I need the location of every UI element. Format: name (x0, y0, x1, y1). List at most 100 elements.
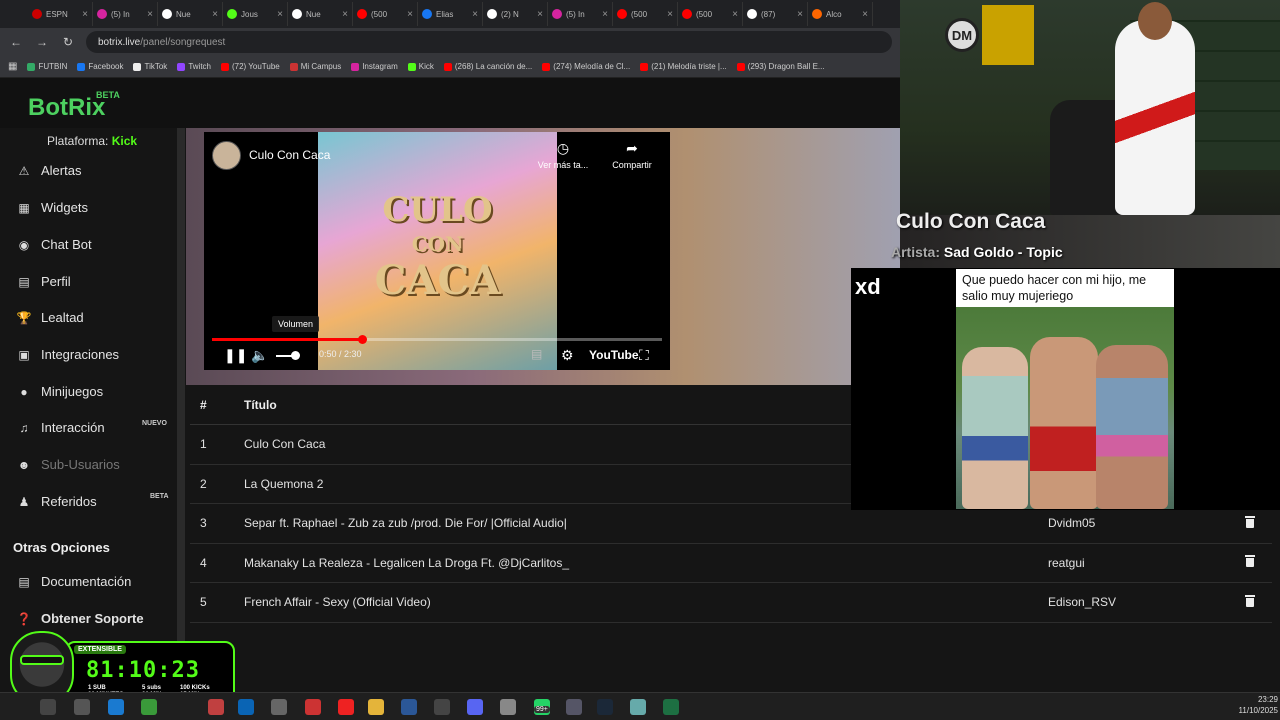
close-icon[interactable]: × (862, 9, 868, 20)
close-icon[interactable]: × (667, 9, 673, 20)
bookmark-item[interactable]: (274) Melodía de Cl... (542, 62, 630, 71)
progress-knob[interactable] (357, 335, 367, 344)
browser-tab[interactable]: ESPN × (28, 2, 93, 26)
progress-bar[interactable] (212, 335, 662, 344)
forward-icon[interactable]: → (34, 35, 50, 49)
other-option-0[interactable]: ▤ Documentación (16, 574, 131, 589)
url-field[interactable]: botrix.live/panel/songrequest (86, 31, 892, 53)
watch-later-button[interactable]: ◷ Ver más ta... (534, 140, 592, 170)
youtube-icon[interactable] (338, 699, 354, 715)
close-icon[interactable]: × (82, 9, 88, 20)
browser-tab[interactable]: (5) In × (93, 2, 158, 26)
app4-icon[interactable] (500, 699, 516, 715)
youtube-logo[interactable]: YouTube (589, 348, 639, 362)
taskbar-date[interactable]: 11/10/2025 (1232, 706, 1278, 715)
volume-icon[interactable]: 🔈 (251, 347, 268, 364)
sidebar-item-integraciones[interactable]: ▣ Integraciones (16, 347, 119, 362)
sidebar-item-lealtad[interactable]: 🏆 Lealtad (16, 310, 84, 325)
calculator-icon[interactable] (566, 699, 582, 715)
steam-icon[interactable] (597, 699, 613, 715)
delete-button[interactable] (1228, 594, 1272, 610)
browser-tab[interactable]: (5) In × (548, 2, 613, 26)
browser-tab[interactable]: Alco × (808, 2, 873, 26)
pause-icon[interactable]: ❚❚ (224, 347, 247, 364)
bookmark-item[interactable]: Instagram (351, 62, 398, 71)
bookmark-item[interactable]: FUTBIN (27, 62, 67, 71)
sidebar-item-minijuegos[interactable]: ● Minijuegos (16, 384, 103, 399)
close-icon[interactable]: × (147, 9, 153, 20)
excel-icon[interactable] (663, 699, 679, 715)
sidebar-scrollbar[interactable] (177, 128, 185, 688)
share-button[interactable]: ➦ Compartir (604, 140, 660, 170)
volume-knob[interactable] (291, 351, 300, 360)
close-icon[interactable]: × (732, 9, 738, 20)
botrix-logo[interactable]: BotRix (28, 94, 105, 122)
sidebar-item-alertas[interactable]: ⚠ Alertas (16, 163, 82, 178)
edge-icon[interactable] (108, 699, 124, 715)
close-icon[interactable]: × (797, 9, 803, 20)
browser-tab[interactable]: Nue × (288, 2, 353, 26)
close-icon[interactable]: × (537, 9, 543, 20)
fullscreen-icon[interactable]: ⛶ (639, 347, 649, 364)
bookmark-item[interactable]: Twitch (177, 62, 211, 71)
close-icon[interactable]: × (602, 9, 608, 20)
app-icon[interactable] (208, 699, 224, 715)
bookmark-item[interactable]: Mi Campus (289, 62, 341, 71)
bookmark-item[interactable]: (268) La canción de... (443, 62, 532, 71)
search-icon[interactable] (40, 699, 56, 715)
bookmark-item[interactable]: (72) YouTube (220, 62, 280, 71)
discord-icon[interactable] (467, 699, 483, 715)
sidebar-item-sub-usuarios[interactable]: ☻ Sub-Usuarios (16, 457, 120, 472)
app2-icon[interactable] (271, 699, 287, 715)
sidebar-item-chat-bot[interactable]: ◉ Chat Bot (16, 237, 92, 252)
close-icon[interactable]: × (212, 9, 218, 20)
other-option-1[interactable]: ❓ Obtener Soporte (16, 611, 144, 626)
close-icon[interactable]: × (472, 9, 478, 20)
sidebar-item-interacci-n[interactable]: ♫ Interacción (16, 420, 105, 435)
reload-icon[interactable]: ↻ (60, 35, 76, 49)
file-explorer-icon[interactable] (368, 699, 384, 715)
delete-button[interactable] (1228, 515, 1272, 531)
notepad-icon[interactable] (630, 699, 646, 715)
youtube-player[interactable]: CULO CON CACA Culo Con Caca ◷ Ver más ta… (204, 132, 670, 370)
browser-tab[interactable]: Jous × (223, 2, 288, 26)
bookmark-item[interactable]: Facebook (77, 62, 123, 71)
taskbar-time[interactable]: 23:29 (1238, 695, 1278, 704)
close-icon[interactable]: × (407, 9, 413, 20)
browser-tab[interactable]: (2) N × (483, 2, 548, 26)
app3-icon[interactable] (434, 699, 450, 715)
integrations-icon: ▣ (18, 347, 30, 362)
chrome-alt-icon[interactable] (305, 699, 321, 715)
browser-tab[interactable]: (500 × (678, 2, 743, 26)
browser-tab[interactable]: (500 × (613, 2, 678, 26)
word-icon[interactable] (401, 699, 417, 715)
other-option-label: Documentación (41, 574, 132, 589)
bookmark-item[interactable]: (21) Melodía triste |... (640, 62, 727, 71)
bookmark-item[interactable]: Kick (407, 62, 434, 71)
chrome-icon[interactable] (141, 699, 157, 715)
close-icon[interactable]: × (342, 9, 348, 20)
outlook-icon[interactable] (238, 699, 254, 715)
sidebar-item-widgets[interactable]: ▦ Widgets (16, 200, 88, 215)
sidebar-item-perfil[interactable]: ▤ Perfil (16, 274, 70, 289)
browser-tab[interactable]: (87) × (743, 2, 808, 26)
channel-avatar[interactable] (212, 141, 241, 170)
platform-value: Kick (111, 134, 138, 148)
browser-tab[interactable]: Nue × (158, 2, 223, 26)
other-options-title: Otras Opciones (13, 540, 110, 555)
settings-gear-icon[interactable]: ⚙ (561, 347, 574, 364)
task-view-icon[interactable] (74, 699, 90, 715)
delete-button[interactable] (1228, 555, 1272, 570)
close-icon[interactable]: × (277, 9, 283, 20)
browser-tab[interactable]: Elias × (418, 2, 483, 26)
captions-icon[interactable]: ▤ (531, 347, 542, 361)
video-title[interactable]: Culo Con Caca (249, 148, 330, 162)
browser-tab[interactable]: (500 × (353, 2, 418, 26)
bookmark-item[interactable]: (293) Dragon Ball E... (736, 62, 825, 71)
sidebar-item-label: Minijuegos (41, 384, 104, 399)
sidebar-item-referidos[interactable]: ♟ Referidos (16, 494, 97, 509)
apps-grid-icon[interactable]: ▦ (8, 61, 17, 72)
back-icon[interactable]: ← (8, 35, 24, 49)
bookmark-item[interactable]: TikTok (133, 62, 167, 71)
clock-icon: ◷ (556, 140, 570, 156)
